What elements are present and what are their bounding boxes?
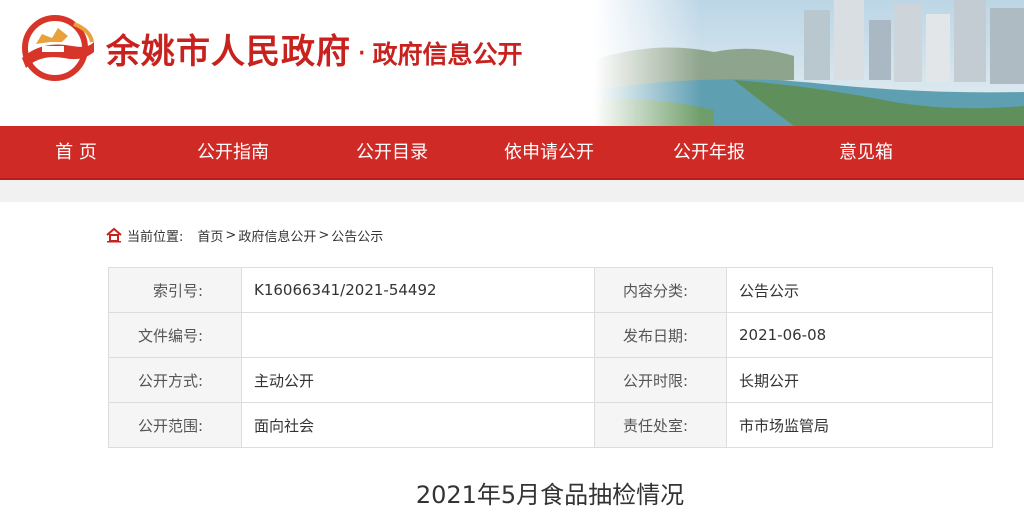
index-number-value: K16066341/2021-54492 xyxy=(241,267,595,313)
nav-item-feedback[interactable]: 意见箱 xyxy=(826,126,906,180)
section-name: 政府信息公开 xyxy=(372,40,523,69)
disclosure-method-value: 主动公开 xyxy=(241,357,595,403)
home-icon xyxy=(106,227,122,243)
document-title: 2021年5月食品抽检情况 xyxy=(415,481,685,509)
site-title[interactable]: 余姚市人民政府 · 政府信息公开 xyxy=(106,24,523,74)
breadcrumb: 当前位置: 首页 > 政府信息公开 > 公告公示 xyxy=(106,224,383,246)
table-row: 文件编号: 发布日期: 2021-06-08 xyxy=(108,312,993,358)
site-name: 余姚市人民政府 xyxy=(106,32,351,72)
city-emblem-icon[interactable] xyxy=(12,12,98,82)
table-row: 索引号: K16066341/2021-54492 内容分类: 公告公示 xyxy=(108,267,993,313)
document-metadata-table: 索引号: K16066341/2021-54492 内容分类: 公告公示 文件编… xyxy=(108,267,993,448)
nav-item-catalog[interactable]: 公开目录 xyxy=(347,126,437,180)
nav-item-annual-report[interactable]: 公开年报 xyxy=(664,126,754,180)
site-header: 余姚市人民政府 · 政府信息公开 xyxy=(0,0,1024,126)
responsible-office-label: 责任处室: xyxy=(594,402,727,448)
title-separator: · xyxy=(357,36,367,71)
publish-date-value: 2021-06-08 xyxy=(726,312,993,358)
file-number-label: 文件编号: xyxy=(108,312,242,358)
publish-date-label: 发布日期: xyxy=(594,312,727,358)
breadcrumb-announcements[interactable]: 公告公示 xyxy=(331,226,383,245)
index-number-label: 索引号: xyxy=(108,267,242,313)
nav-shadow-band xyxy=(0,180,1024,202)
content-category-label: 内容分类: xyxy=(594,267,727,313)
city-skyline-banner xyxy=(594,0,1024,126)
disclosure-method-label: 公开方式: xyxy=(108,357,242,403)
breadcrumb-separator: > xyxy=(318,227,330,243)
content-category-value: 公告公示 xyxy=(726,267,993,313)
breadcrumb-prefix: 当前位置: xyxy=(127,229,184,245)
responsible-office-value: 市市场监管局 xyxy=(726,402,993,448)
disclosure-scope-label: 公开范围: xyxy=(108,402,242,448)
nav-item-apply[interactable]: 依申请公开 xyxy=(494,126,604,180)
disclosure-period-label: 公开时限: xyxy=(594,357,727,403)
main-nav: 首 页 公开指南 公开目录 依申请公开 公开年报 意见箱 xyxy=(0,126,1024,180)
nav-item-guide[interactable]: 公开指南 xyxy=(188,126,278,180)
breadcrumb-separator: > xyxy=(225,227,237,243)
disclosure-scope-value: 面向社会 xyxy=(241,402,595,448)
breadcrumb-info-disclosure[interactable]: 政府信息公开 xyxy=(238,226,316,245)
nav-item-home[interactable]: 首 页 xyxy=(38,126,114,180)
file-number-value xyxy=(241,312,595,358)
table-row: 公开范围: 面向社会 责任处室: 市市场监管局 xyxy=(108,402,993,448)
breadcrumb-home[interactable]: 首页 xyxy=(197,226,223,245)
table-row: 公开方式: 主动公开 公开时限: 长期公开 xyxy=(108,357,993,403)
disclosure-period-value: 长期公开 xyxy=(726,357,993,403)
